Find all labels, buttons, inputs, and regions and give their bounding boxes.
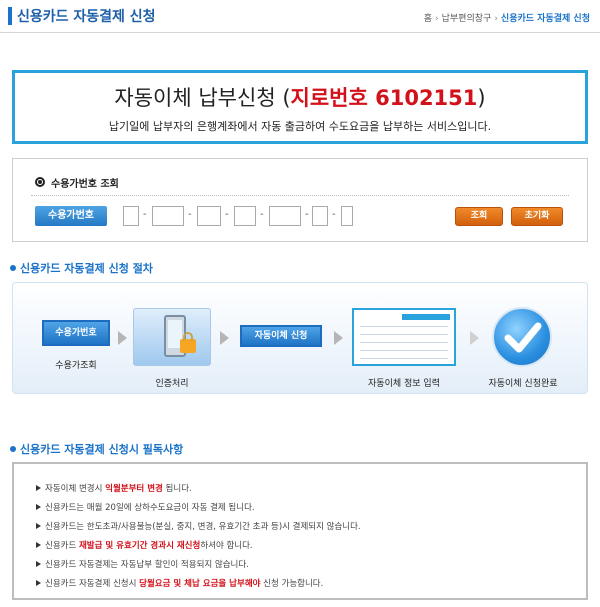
- notice-item: 신용카드 재발급 및 유효기간 경과시 재신청하셔야 합니다.: [36, 537, 361, 556]
- form-preview-header: [402, 314, 450, 320]
- bullet-triangle-icon: [36, 504, 41, 510]
- breadcrumb-convenience[interactable]: 납부편의창구: [442, 14, 492, 24]
- customer-number-field-6[interactable]: [312, 206, 328, 226]
- notice-box: 자동이체 변경시 익월분부터 변경 됩니다. 신용카드는 매월 20일에 상하수…: [12, 462, 588, 600]
- breadcrumb-separator-icon: ›: [494, 14, 498, 24]
- step5-label: 자동이체 신청완료: [488, 379, 558, 389]
- breadcrumb: 홈 › 납부편의창구 › 신용카드 자동결제 신청: [424, 11, 590, 24]
- lookup-title: 수용가번호 조회: [51, 179, 119, 190]
- notice-title-text: 신용카드 자동결제 신청시 필독사항: [20, 443, 184, 456]
- customer-number-field-4[interactable]: [234, 206, 256, 226]
- chevron-right-icon: [334, 331, 343, 345]
- bullet-triangle-icon: [36, 542, 41, 548]
- customer-number-field-5[interactable]: [269, 206, 301, 226]
- field-separator: -: [332, 209, 336, 220]
- chevron-right-icon: [470, 331, 479, 345]
- radio-bullet-icon: [35, 177, 45, 187]
- bullet-triangle-icon: [36, 485, 41, 491]
- giro-number: 지로번호 6102151: [290, 86, 478, 110]
- step4-label: 자동이체 정보 입력: [368, 379, 440, 389]
- title-accent-bar: [8, 7, 12, 25]
- customer-number-field-7[interactable]: [341, 206, 353, 226]
- banner-title-suffix: ): [477, 86, 486, 110]
- reset-button[interactable]: 초기화: [511, 207, 563, 226]
- checkmark-glyph: [504, 322, 542, 353]
- banner-title: 자동이체 납부신청 (지로번호 6102151): [15, 82, 585, 112]
- field-separator: -: [225, 209, 229, 220]
- notice-item: 신용카드는 한도초과/사용불능(분실, 중지, 변경, 유효기간 초과 등)시 …: [36, 518, 361, 537]
- banner-title-prefix: 자동이체 납부신청 (: [114, 86, 291, 110]
- notice-item: 자동이체 변경시 익월분부터 변경 됩니다.: [36, 480, 361, 499]
- field-separator: -: [188, 209, 192, 220]
- bullet-triangle-icon: [36, 523, 41, 529]
- autopay-banner: 자동이체 납부신청 (지로번호 6102151) 납기일에 납부자의 은행계좌에…: [12, 70, 588, 144]
- field-separator: -: [143, 209, 147, 220]
- bullet-triangle-icon: [36, 580, 41, 586]
- notice-list: 자동이체 변경시 익월분부터 변경 됩니다. 신용카드는 매월 20일에 상하수…: [36, 480, 361, 594]
- procedure-section-title: 신용카드 자동결제 신청 절차: [10, 260, 153, 276]
- breadcrumb-separator-icon: ›: [435, 14, 439, 24]
- procedure-title-text: 신용카드 자동결제 신청 절차: [20, 262, 153, 275]
- lock-icon: [180, 332, 196, 353]
- page-header: 신용카드 자동결제 신청 홈 › 납부편의창구 › 신용카드 자동결제 신청: [0, 0, 600, 33]
- section-bullet-icon: [10, 265, 16, 271]
- step1-label: 수용가조회: [55, 361, 97, 371]
- page-title: 신용카드 자동결제 신청: [17, 9, 156, 25]
- breadcrumb-home[interactable]: 홈: [424, 14, 432, 24]
- breadcrumb-current: 신용카드 자동결제 신청: [500, 14, 590, 24]
- search-button[interactable]: 조회: [455, 207, 503, 226]
- chevron-right-icon: [118, 331, 127, 345]
- step1-customer-number-button: 수용가번호: [42, 320, 110, 346]
- lookup-divider: [31, 195, 569, 196]
- customer-number-field-2[interactable]: [152, 206, 184, 226]
- chevron-right-icon: [220, 331, 229, 345]
- form-preview-icon: [352, 308, 456, 366]
- bullet-triangle-icon: [36, 561, 41, 567]
- customer-number-label: 수용가번호: [35, 206, 107, 226]
- phone-lock-icon: [133, 308, 211, 366]
- field-separator: -: [305, 209, 309, 220]
- field-separator: -: [260, 209, 264, 220]
- notice-section-title: 신용카드 자동결제 신청시 필독사항: [10, 441, 183, 457]
- customer-number-field-3[interactable]: [197, 206, 221, 226]
- checkmark-icon: [492, 307, 552, 367]
- step2-label: 인증처리: [155, 379, 189, 389]
- banner-subtitle: 납기일에 납부자의 은행계좌에서 자동 출금하여 수도요금을 납부하는 서비스입…: [108, 120, 492, 133]
- notice-item: 신용카드 자동결제는 자동납부 할인이 적용되지 않습니다.: [36, 556, 361, 575]
- notice-item: 신용카드 자동결제 신청시 당월요금 및 체납 요금을 납부해야 신청 가능합니…: [36, 575, 361, 594]
- customer-number-lookup: 수용가번호 조회 수용가번호 - - - - - - 조회 초기화: [12, 158, 588, 242]
- section-bullet-icon: [10, 446, 16, 452]
- step3-autopay-apply-button: 자동이체 신청: [240, 325, 322, 347]
- customer-number-field-1[interactable]: [123, 206, 139, 226]
- notice-item: 신용카드는 매월 20일에 상하수도요금이 자동 결제 됩니다.: [36, 499, 361, 518]
